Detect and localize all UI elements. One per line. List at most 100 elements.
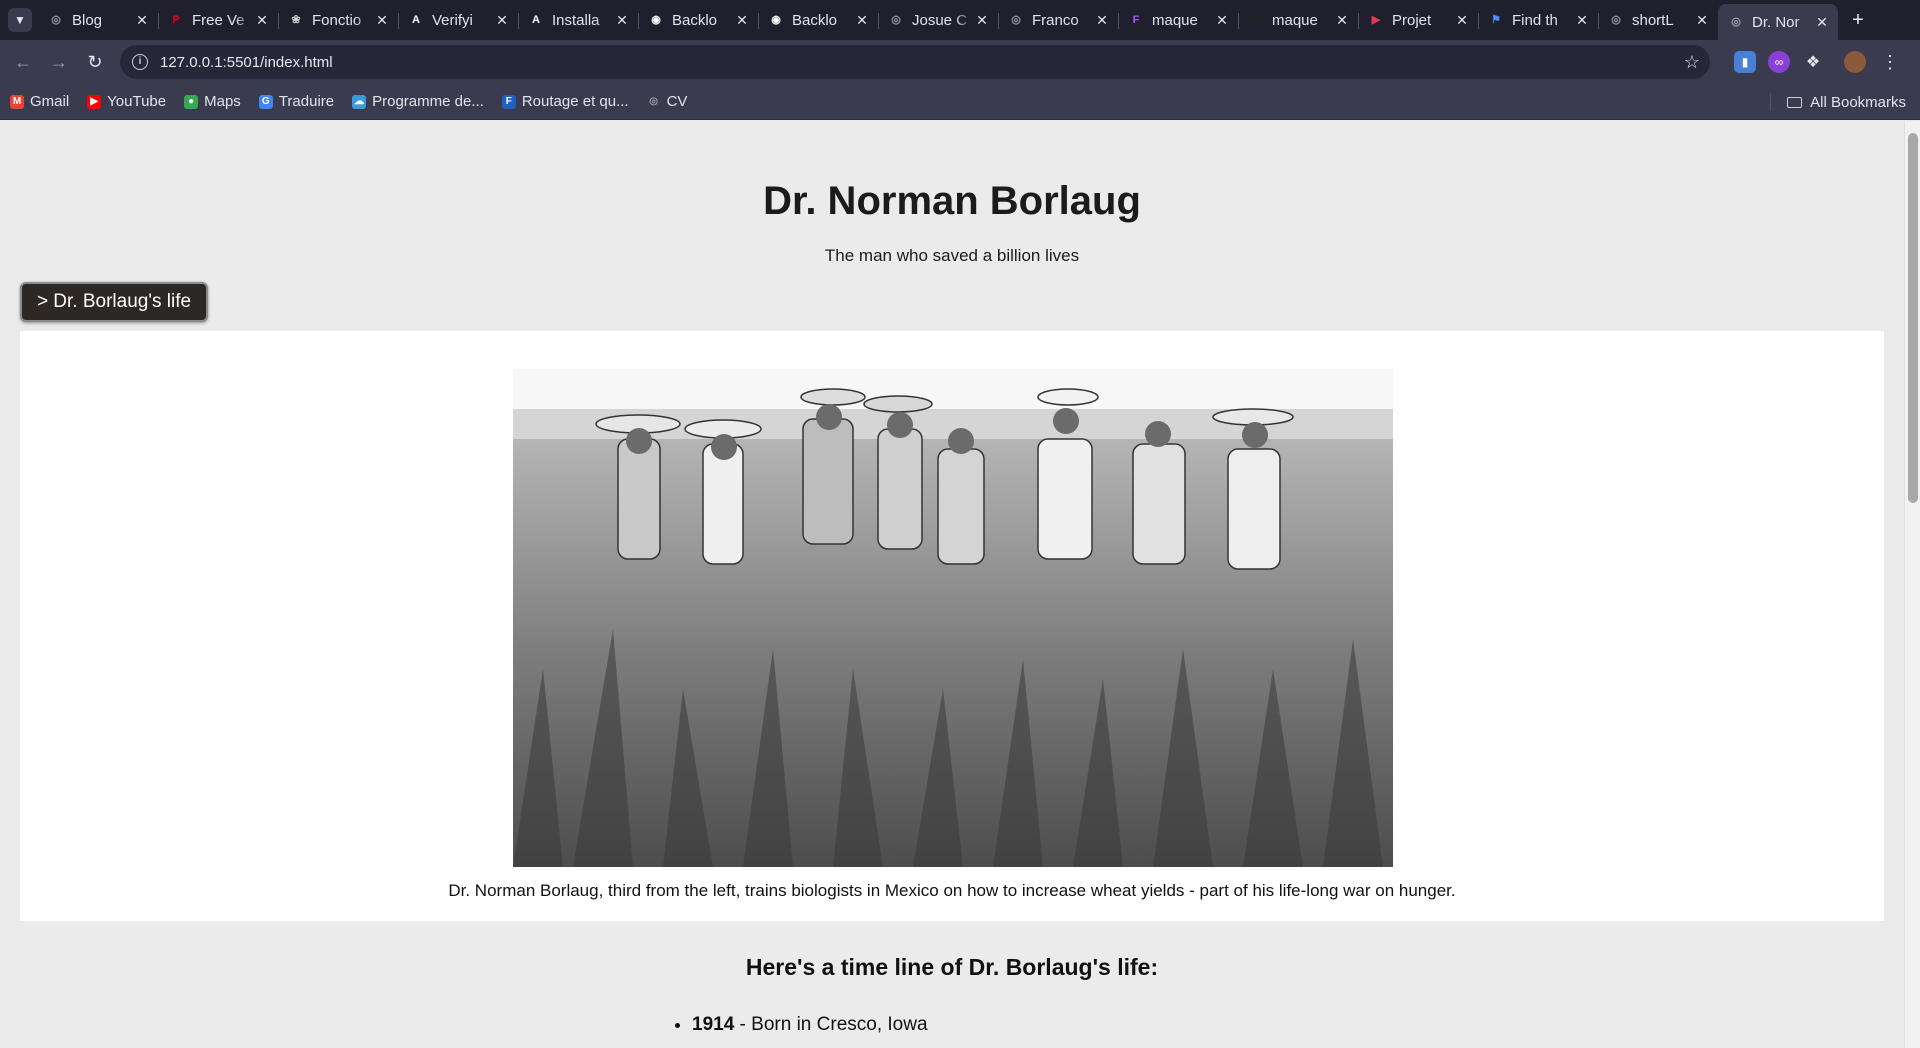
back-button[interactable]: ← [6,45,40,79]
borlaug-life-button[interactable]: > Dr. Borlaug's life [20,282,208,322]
bookmark-label: Traduire [278,93,335,110]
close-icon[interactable]: ✕ [614,12,630,29]
bookmark-label: Routage et qu... [521,93,629,110]
profile-avatar[interactable] [1844,51,1866,73]
tab-title: Dr. Nor [1752,13,1800,31]
bookmark-item[interactable]: ● Maps [184,93,241,110]
tab[interactable]: ❀ Fonctio ✕ [278,4,398,36]
tab[interactable]: ◎ shortL ✕ [1598,4,1718,36]
fun-icon: F [501,94,516,109]
tab-title: maque [1152,11,1198,29]
bookmark-item[interactable]: ☁ Programme de... [352,93,484,110]
tab[interactable]: ◎ Franco ✕ [998,4,1118,36]
timeline-text: - Born in Cresco, Iowa [734,1014,928,1035]
page-viewport: Dr. Norman Borlaug The man who saved a b… [0,121,1920,1048]
tab[interactable]: Fmaque ✕ [1118,4,1238,36]
globe-icon: ◎ [1011,14,1021,26]
bookmark-label: CV [666,93,688,110]
all-bookmarks-label: All Bookmarks [1810,93,1906,111]
bookmark-item[interactable]: M Gmail [10,93,69,110]
flag-icon: ⚑ [1491,14,1501,26]
tab-title: Free Ve [192,11,245,29]
youtube-icon: ▶ [87,94,102,109]
url-text[interactable]: 127.0.0.1:5501/index.html [160,54,1684,71]
close-icon[interactable]: ✕ [974,12,990,29]
close-icon[interactable]: ✕ [374,12,390,29]
close-icon[interactable]: ✕ [1214,12,1230,29]
arrow-left-icon: ← [14,51,32,72]
globe-icon: ◎ [891,14,901,26]
folder-icon [1787,96,1803,108]
new-tab-button[interactable]: + [1844,6,1872,34]
all-bookmarks-button[interactable]: All Bookmarks [1770,93,1906,111]
gmail-icon: M [10,94,24,109]
tab[interactable]: ◎ Blog ✕ [38,4,158,36]
tab-title: Fonctio [312,11,362,29]
site-info-icon[interactable]: i [132,54,148,70]
extension-messenger-icon[interactable]: ∞ [1768,51,1790,73]
tab[interactable]: A Installa ✕ [518,4,638,36]
address-bar[interactable]: i 127.0.0.1:5501/index.html ☆ [120,45,1710,79]
cloud-icon: ☁ [352,94,367,109]
bookmark-item[interactable]: ▶ YouTube [87,93,166,110]
tab-active[interactable]: ◎ Dr. Nor ✕ [1718,4,1838,40]
bookmark-item[interactable]: G Traduire [258,93,335,110]
bookmark-item[interactable]: F Routage et qu... [501,93,629,110]
close-icon[interactable]: ✕ [1454,12,1470,29]
close-icon[interactable]: ✕ [494,12,510,29]
menu-dots-icon[interactable]: ⋮ [1880,52,1900,73]
tab-title: Backlo [792,11,838,29]
close-icon[interactable]: ✕ [254,12,270,29]
figma-icon: F [1132,14,1140,26]
globe-icon: ◎ [1731,16,1741,28]
tab-title: Find th [1512,11,1558,29]
tab[interactable]: ◎ Josue C ✕ [878,4,998,36]
tab[interactable]: P Free Ve ✕ [158,4,278,36]
reload-button[interactable]: ↻ [78,45,112,79]
pinterest-icon: P [172,14,180,26]
bookmark-star-icon[interactable]: ☆ [1684,52,1700,73]
tab-title: Josue C [912,11,968,29]
tab-title: Franco [1032,11,1079,29]
bookmark-label: Gmail [30,93,70,110]
maps-icon: ● [184,94,199,109]
plus-icon: + [1852,8,1864,31]
play-icon: ▶ [1371,14,1381,26]
tab[interactable]: A Verifyi ✕ [398,4,518,36]
reload-icon: ↻ [87,51,103,72]
tab[interactable]: ▶ Projet ✕ [1358,4,1478,36]
bookmarks-list: M Gmail ▶ YouTube ● Maps G Traduire ☁ Programme d… [10,93,705,110]
bookmark-label: Programme de... [372,93,484,110]
timeline-list: 1914 - Born in Cresco, Iowa [692,1014,928,1046]
tab[interactable]: ◉ Backlo ✕ [758,4,878,36]
timeline-year: 1914 [692,1014,735,1035]
bookmark-item[interactable]: ◎ CV [647,93,688,110]
bookmark-label: YouTube [107,93,167,110]
close-icon[interactable]: ✕ [1694,12,1710,29]
globe-icon: ◎ [51,14,61,26]
puzzle-icon[interactable]: ❖ [1802,51,1824,73]
tab-search-button[interactable]: ▼ [8,8,32,32]
play-icon: ▶ [1251,14,1261,26]
tab[interactable]: ⚑ Find th ✕ [1478,4,1598,36]
forward-button[interactable]: → [42,45,76,79]
page-scrollbar[interactable] [1904,121,1920,1048]
auth-icon: A [412,14,420,26]
close-icon[interactable]: ✕ [1814,14,1830,31]
close-icon[interactable]: ✕ [1094,12,1110,29]
close-icon[interactable]: ✕ [734,12,750,29]
close-icon[interactable]: ✕ [1574,12,1590,29]
tab-title: Installa [552,11,600,29]
close-icon[interactable]: ✕ [134,12,150,29]
translate-icon: G [258,94,273,109]
close-icon[interactable]: ✕ [1334,12,1350,29]
extension-icon[interactable]: ▮ [1734,51,1756,73]
tab-list: ◎ Blog ✕ P Free Ve ✕ ❀ Fonctio ✕ A Verifyi ✕ A Instal… [38,0,1838,40]
tab[interactable]: ▶ maque ✕ [1238,4,1358,36]
tab-title: Verifyi [432,11,473,29]
close-icon[interactable]: ✕ [854,12,870,29]
tab[interactable]: ◉ Backlo ✕ [638,4,758,36]
github-icon: ◉ [651,14,661,26]
scrollbar-thumb[interactable] [1908,133,1918,503]
globe-icon: ◎ [649,95,658,107]
